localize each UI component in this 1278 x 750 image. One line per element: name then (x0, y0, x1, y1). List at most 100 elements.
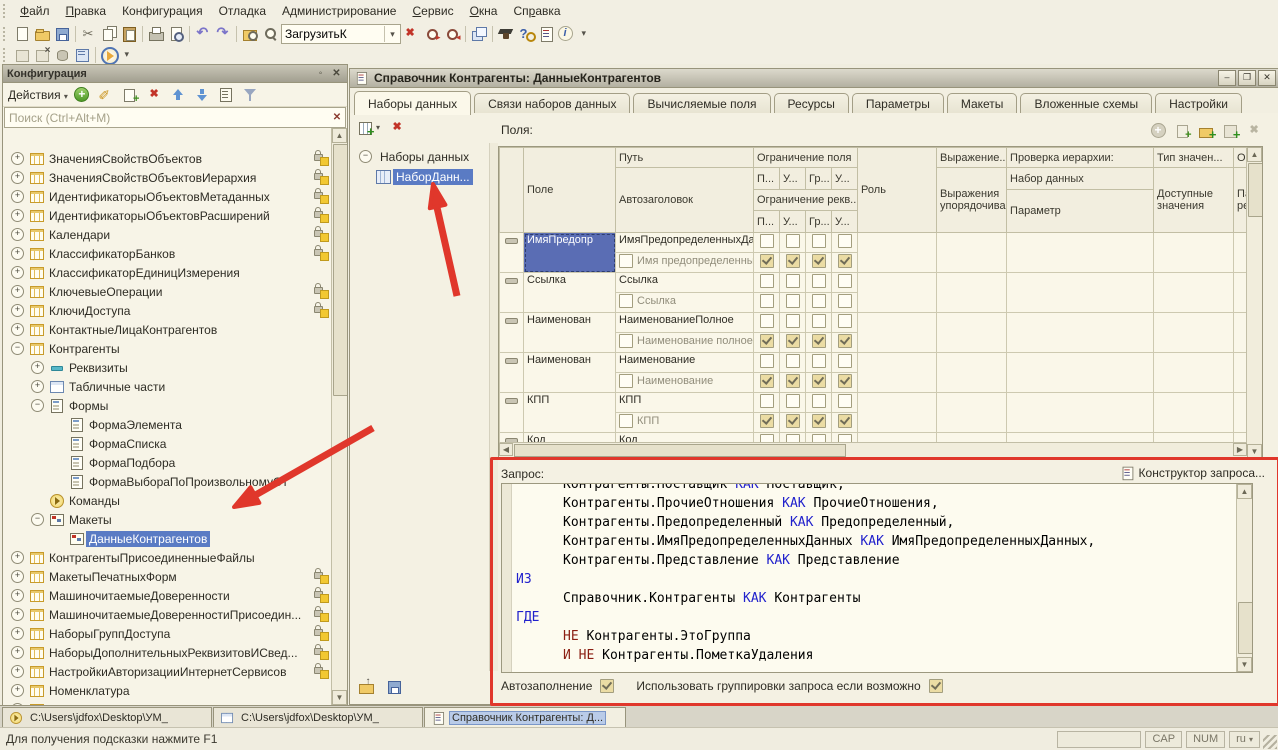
field-path-cell[interactable]: ИмяПредопределенныхДа... (616, 233, 754, 253)
tree-item[interactable]: + МашиночитаемыеДоверенностиПрисоедин... (3, 605, 331, 624)
query-text-editor[interactable]: Контрагенты.Поставщик КАК Поставщик,Конт… (501, 483, 1253, 673)
restriction-checkbox[interactable] (786, 294, 800, 308)
move-down-button[interactable] (193, 85, 213, 104)
tree-item[interactable]: ДанныеКонтрагентов (3, 529, 331, 548)
menu-справка[interactable]: Справка (505, 1, 568, 21)
find-next-button[interactable] (422, 24, 442, 43)
open-file-button[interactable] (32, 24, 52, 43)
tab-Вложенные схемы[interactable]: Вложенные схемы (1020, 93, 1152, 114)
zoom-button[interactable] (260, 24, 280, 43)
tree-toggle-icon[interactable]: + (11, 247, 24, 260)
tree-toggle-icon[interactable]: + (11, 646, 24, 659)
save-query-button[interactable] (384, 677, 404, 696)
overflow-button[interactable] (119, 45, 139, 64)
fields-table-vscrollbar[interactable]: ▲ ▼ (1246, 147, 1262, 458)
auto-title-checkbox[interactable] (619, 254, 633, 268)
restriction-checkbox[interactable] (786, 394, 800, 408)
field-name-cell[interactable]: Ссылка (524, 273, 616, 313)
tree-toggle-icon[interactable]: + (31, 361, 44, 374)
restriction-checkbox[interactable] (786, 334, 800, 348)
clear-search-button[interactable] (401, 24, 421, 43)
row-handle[interactable] (500, 273, 524, 313)
info-button[interactable] (556, 24, 576, 43)
new-document-button[interactable] (12, 24, 32, 43)
auto-title-checkbox[interactable] (619, 294, 633, 308)
tree-toggle-icon[interactable]: + (11, 228, 24, 241)
tree-item[interactable]: + КлассификаторЕдиницИзмерения (3, 263, 331, 282)
tree-item[interactable]: + ИдентификаторыОбъектовРасширений (3, 206, 331, 225)
tree-item[interactable]: + НастройкиАвторизацииИнтернетСервисов (3, 662, 331, 681)
tree-item[interactable]: − Макеты (3, 510, 331, 529)
field-row[interactable]: КПП КПП (500, 393, 1248, 413)
tree-toggle-icon[interactable]: + (11, 209, 24, 222)
restriction-checkbox[interactable] (786, 354, 800, 368)
field-row[interactable]: ИмяПредопр ИмяПредопределенныхДа... (500, 233, 1248, 253)
auto-title-checkbox[interactable] (619, 334, 633, 348)
load-query-button[interactable] (356, 677, 376, 696)
tree-toggle-icon[interactable]: + (11, 608, 24, 621)
row-handle[interactable] (500, 233, 524, 273)
menu-сервис[interactable]: Сервис (404, 1, 461, 21)
tree-toggle-icon[interactable]: + (11, 152, 24, 165)
restriction-checkbox[interactable] (812, 414, 826, 428)
field-path-cell[interactable]: НаименованиеПолное (616, 313, 754, 333)
restriction-checkbox[interactable] (760, 334, 774, 348)
hierarchy-cell[interactable] (1007, 273, 1154, 313)
field-title-cell[interactable]: Наименование полное (616, 333, 754, 353)
menu-файл[interactable]: Файл (12, 1, 58, 21)
add-folder-button[interactable] (1197, 121, 1217, 140)
save-button[interactable] (52, 24, 72, 43)
datasets-scrollbar[interactable] (489, 143, 498, 671)
search-combo[interactable]: ▾ (281, 24, 421, 44)
field-path-cell[interactable]: Наименование (616, 353, 754, 373)
tree-toggle-icon[interactable]: − (31, 399, 44, 412)
clear-search-icon[interactable]: ✕ (329, 112, 345, 123)
restriction-checkbox[interactable] (838, 294, 852, 308)
window-close-button[interactable] (32, 45, 52, 64)
restriction-checkbox[interactable] (838, 234, 852, 248)
redo-button[interactable] (213, 24, 233, 43)
tree-toggle-icon[interactable]: − (11, 342, 24, 355)
value-type-cell[interactable] (1154, 353, 1234, 393)
expression-cell[interactable] (937, 393, 1007, 433)
grouping-checkbox[interactable] (929, 679, 943, 693)
tab-Параметры[interactable]: Параметры (852, 93, 944, 114)
tab-Макеты[interactable]: Макеты (947, 93, 1018, 114)
field-name-cell[interactable]: ИмяПредопр (524, 233, 616, 273)
tree-toggle-icon[interactable]: + (11, 285, 24, 298)
menu-отладка[interactable]: Отладка (211, 1, 274, 21)
window-tab[interactable]: Справочник Контрагенты: Д... (424, 707, 626, 727)
database-button[interactable] (52, 45, 72, 64)
field-row[interactable]: Наименован Наименование (500, 353, 1248, 373)
tree-item[interactable]: + Табличные части (3, 377, 331, 396)
tree-scrollbar[interactable]: ▲ ▼ (331, 128, 347, 705)
chevron-down-icon[interactable]: ▾ (384, 26, 400, 42)
expression-cell[interactable] (937, 233, 1007, 273)
tree-item[interactable]: + Календари (3, 225, 331, 244)
find-prev-button[interactable] (442, 24, 462, 43)
tree-item[interactable]: ФормаПодбора (3, 453, 331, 472)
syntax-help-button[interactable] (516, 24, 536, 43)
query-constructor-link[interactable]: Конструктор запроса... (1119, 465, 1265, 481)
restriction-checkbox[interactable] (786, 274, 800, 288)
field-title-cell[interactable]: КПП (616, 413, 754, 433)
appearance-cell[interactable] (1234, 313, 1247, 353)
tree-item[interactable]: + КлючевыеОперации (3, 282, 331, 301)
restriction-checkbox[interactable] (838, 414, 852, 428)
window-button[interactable] (12, 45, 32, 64)
restriction-checkbox[interactable] (838, 354, 852, 368)
restriction-checkbox[interactable] (838, 394, 852, 408)
overflow-button[interactable] (576, 24, 596, 43)
restriction-checkbox[interactable] (760, 254, 774, 268)
tree-toggle-icon[interactable]: + (11, 589, 24, 602)
menu-правка[interactable]: Правка (58, 1, 115, 21)
row-handle[interactable] (500, 393, 524, 433)
restriction-checkbox[interactable] (812, 334, 826, 348)
field-path-cell[interactable]: Ссылка (616, 273, 754, 293)
field-path-cell[interactable]: КПП (616, 393, 754, 413)
restriction-checkbox[interactable] (760, 374, 774, 388)
field-name-cell[interactable]: Наименован (524, 353, 616, 393)
filter-funnel-button[interactable] (241, 85, 261, 104)
tree-item[interactable]: ФормаСписка (3, 434, 331, 453)
tree-toggle-icon[interactable]: + (11, 684, 24, 697)
